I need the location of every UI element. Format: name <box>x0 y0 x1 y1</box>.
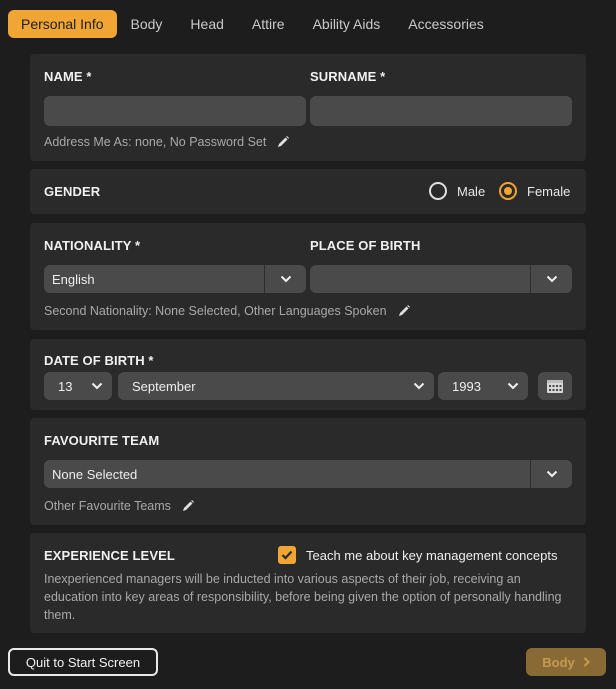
favourite-team-panel: FAVOURITE TEAM None Selected Other Favou… <box>30 418 586 525</box>
nationality-panel: NATIONALITY * PLACE OF BIRTH English Sec… <box>30 223 586 330</box>
surname-input[interactable] <box>310 96 572 126</box>
month-value: September <box>132 378 196 394</box>
tab-bar: Personal Info Body Head Attire Ability A… <box>8 10 498 38</box>
year-dropdown[interactable]: 1993 <box>438 372 528 400</box>
name-input[interactable] <box>44 96 306 126</box>
second-nationality-text: Second Nationality: None Selected, Other… <box>44 304 387 318</box>
gender-label: GENDER <box>44 184 101 199</box>
gender-male-radio[interactable]: Male <box>429 182 485 200</box>
checkmark-icon <box>278 546 296 564</box>
edit-pencil-icon[interactable] <box>181 499 195 513</box>
chevron-down-icon[interactable] <box>498 372 528 400</box>
edit-pencil-icon[interactable] <box>276 135 290 149</box>
chevron-down-icon[interactable] <box>264 265 306 293</box>
place-of-birth-dropdown[interactable] <box>310 265 572 293</box>
chevron-down-icon[interactable] <box>404 372 434 400</box>
calendar-icon <box>547 380 563 393</box>
radio-unchecked-icon <box>429 182 447 200</box>
gender-female-radio[interactable]: Female <box>499 182 570 200</box>
calendar-button[interactable] <box>538 372 572 400</box>
tab-attire[interactable]: Attire <box>238 10 299 38</box>
tab-head[interactable]: Head <box>176 10 237 38</box>
other-favourite-teams-row: Other Favourite Teams <box>44 499 195 513</box>
name-panel: NAME * SURNAME * Address Me As: none, No… <box>30 54 586 161</box>
nationality-dropdown[interactable]: English <box>44 265 306 293</box>
nationality-value: English <box>52 271 95 287</box>
favourite-team-dropdown[interactable]: None Selected <box>44 460 572 488</box>
place-of-birth-label: PLACE OF BIRTH <box>310 238 421 253</box>
chevron-down-icon[interactable] <box>530 460 572 488</box>
gender-male-label: Male <box>457 183 486 199</box>
quit-to-start-screen-button[interactable]: Quit to Start Screen <box>8 648 158 676</box>
month-dropdown[interactable]: September <box>118 372 434 400</box>
nationality-label: NATIONALITY * <box>44 238 141 253</box>
gender-female-label: Female <box>527 183 571 199</box>
name-label: NAME * <box>44 69 92 84</box>
date-of-birth-panel: DATE OF BIRTH * 13 September 1993 <box>30 339 586 410</box>
tab-body[interactable]: Body <box>117 10 177 38</box>
address-me-as-row: Address Me As: none, No Password Set <box>44 135 290 149</box>
chevron-down-icon[interactable] <box>82 372 112 400</box>
chevron-down-icon[interactable] <box>530 265 572 293</box>
edit-pencil-icon[interactable] <box>397 304 411 318</box>
radio-checked-icon <box>499 182 517 200</box>
experience-panel: EXPERIENCE LEVEL Teach me about key mana… <box>30 533 586 633</box>
next-button-label: Body <box>542 654 575 670</box>
chevron-right-icon <box>583 655 590 670</box>
teach-me-checkbox[interactable]: Teach me about key management concepts <box>278 546 557 564</box>
favourite-team-value: None Selected <box>52 466 138 482</box>
tab-ability-aids[interactable]: Ability Aids <box>299 10 395 38</box>
second-nationality-row: Second Nationality: None Selected, Other… <box>44 304 411 318</box>
other-favourite-teams-text: Other Favourite Teams <box>44 499 171 513</box>
tab-accessories[interactable]: Accessories <box>394 10 497 38</box>
gender-panel: GENDER Male Female <box>30 169 586 214</box>
day-value: 13 <box>58 378 73 394</box>
surname-label: SURNAME * <box>310 69 386 84</box>
experience-description: Inexperienced managers will be inducted … <box>44 572 562 622</box>
teach-me-label: Teach me about key management concepts <box>306 547 558 563</box>
tab-personal-info[interactable]: Personal Info <box>8 10 117 38</box>
address-me-as-text: Address Me As: none, No Password Set <box>44 135 267 149</box>
year-value: 1993 <box>452 378 481 394</box>
next-body-button[interactable]: Body <box>526 648 606 676</box>
favourite-team-label: FAVOURITE TEAM <box>44 433 160 448</box>
day-dropdown[interactable]: 13 <box>44 372 112 400</box>
date-of-birth-label: DATE OF BIRTH * <box>44 353 154 368</box>
experience-level-label: EXPERIENCE LEVEL <box>44 548 175 563</box>
